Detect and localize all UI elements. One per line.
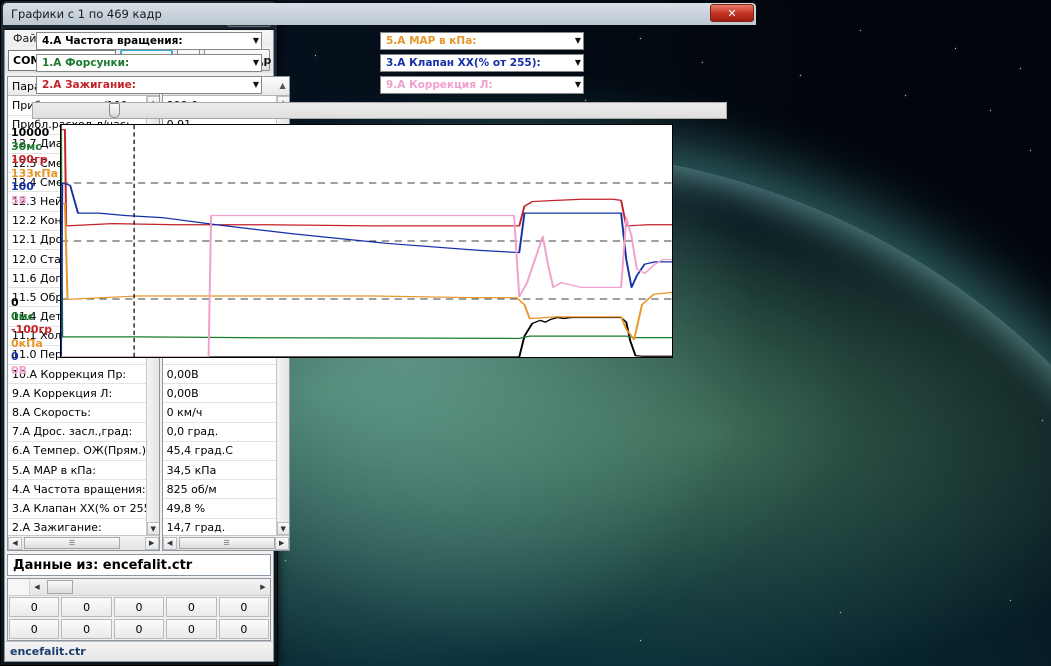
table-row[interactable]: 34,5 кПа [162,461,289,481]
grid-body: 0000000000 [8,596,270,640]
data-grid: ◀ ▶ 0000000000 [7,578,271,641]
scroll-down-icon[interactable]: ▼ [146,522,159,535]
chevron-down-icon: ▼ [252,58,259,67]
axis-top-label-4: 100 [11,180,34,193]
table-row[interactable]: 0 км/ч [162,403,289,423]
scroll-left-icon[interactable]: ◀ [162,536,177,550]
grid-hscrollbar[interactable]: ◀ ▶ [8,579,270,596]
table-row[interactable]: 2.A Зажигание: [8,519,159,535]
channel-select-label: 3.A Клапан ХХ(% от 255): [386,56,541,69]
plot-svg [61,125,672,357]
graph-window-title: Графики с 1 по 469 кадр [11,7,162,21]
axis-left-top-labels: 10000 30мс 100гр 133кПа 100 5В [11,126,58,207]
table-row[interactable]: 45,4 град.C [162,442,289,461]
axis-bot-label-5: 0В [11,363,28,377]
chart-area: 10000 30мс 100гр 133кПа 100 5В 0 0мс -100гр 0кПа… [8,124,752,377]
table-row[interactable]: 6.A Темпер. ОЖ(Прям.): [8,442,159,461]
axis-left-bottom-labels: 0 0мс -100гр 0кПа 0 0В [11,296,52,377]
graph-close-button[interactable]: ✕ [710,4,754,22]
series-line [61,129,672,227]
channel-select[interactable]: 9.A Коррекция Л: ▼ [380,75,584,94]
axis-bot-label-4: 0 [11,350,19,363]
channel-select-label: 9.A Коррекция Л: [386,78,493,91]
hscroll-thumb[interactable]: ☰ [178,537,275,549]
scroll-right-icon[interactable]: ▶ [274,536,289,550]
statusbar: encefalit.ctr [5,641,273,661]
data-source-label: Данные из: encefalit.ctr [7,554,271,576]
scroll-right-icon[interactable]: ▶ [144,536,159,550]
scroll-left-icon[interactable]: ◀ [8,536,22,550]
grid-cell[interactable]: 0 [61,619,112,639]
axis-bot-label-1: 0мс [11,309,35,323]
channel-select[interactable]: 3.A Клапан ХХ(% от 255): ▼ [380,53,584,72]
table-row[interactable]: 3.A Клапан ХХ(% от 255): [8,499,159,519]
chevron-down-icon: ▼ [252,36,259,45]
grid-cell[interactable]: 0 [166,619,217,639]
series-line [61,125,672,340]
table-row[interactable]: 4.A Частота вращения: [8,480,159,500]
channel-select-label: 1.A Форсунки: [42,56,130,69]
scroll-right-icon[interactable]: ▶ [256,580,270,594]
sort-arrow-icon: ▲ [279,81,286,91]
chevron-down-icon: ▼ [574,36,581,45]
table-row[interactable]: 14,7 град. [163,519,289,535]
table-row[interactable]: 7.A Дрос. засл.,град: [8,423,159,442]
table-row[interactable]: 5.A MAP в кПа: [8,461,159,481]
grid-row: 00000 [8,596,270,618]
grid-cell[interactable]: 0 [166,597,217,617]
table-row[interactable]: 8.A Скорость: [8,403,159,423]
grid-scroll-thumb[interactable] [47,580,73,594]
table-row[interactable]: 49,8 % [162,499,289,519]
channel-select[interactable]: 4.A Частота вращения: ▼ [36,31,262,50]
grid-cell[interactable]: 0 [113,619,165,639]
plot-canvas[interactable] [60,124,673,358]
channel-select[interactable]: 5.A MAP в кПа: ▼ [380,31,584,50]
grid-corner [8,579,30,595]
axis-left: 10000 30мс 100гр 133кПа 100 5В 0 0мс -100гр 0кПа… [8,124,60,377]
axis-top-label-1: 30мс [11,139,42,153]
chevron-down-icon: ▼ [574,58,581,67]
axis-bot-label-0: 0 [11,296,19,309]
table-row[interactable]: 0,0 град. [162,423,289,442]
channel-select-label: 4.A Частота вращения: [42,34,183,47]
channel-select[interactable]: 1.A Форсунки: ▼ [36,53,262,72]
channel-select-label: 5.A MAP в кПа: [386,34,477,47]
plot-wrapper: ◀ ▶ [60,124,673,377]
hscroll-thumb[interactable]: ☰ [24,537,120,549]
chevron-down-icon: ▼ [574,80,581,89]
table-row[interactable]: 825 об/м [162,480,289,500]
channel-select-label: 2.A Зажигание: [42,78,136,91]
table-row[interactable]: 0,00В [162,365,289,385]
grid-cell[interactable]: 0 [9,597,60,617]
channel-select[interactable]: 2.A Зажигание: ▼ [36,75,262,94]
axis-bot-label-3: 0кПа [11,336,43,350]
grid-cell[interactable]: 0 [113,597,165,617]
frame-slider-track[interactable] [32,101,727,119]
axis-top-label-3: 133кПа [11,166,59,180]
grid-cell[interactable]: 0 [9,619,60,639]
frame-slider-row: -1 +1 [10,100,749,120]
parameter-hscrollbar[interactable]: ◀ ☰ ▶ [8,535,159,550]
grid-row: 00000 [8,618,270,640]
chevron-down-icon: ▼ [252,80,259,89]
scroll-left-icon[interactable]: ◀ [30,580,44,594]
scroll-down-icon[interactable]: ▼ [276,522,289,535]
axis-top-label-0: 10000 [11,126,50,139]
table-row[interactable]: 0,00В [162,384,289,404]
axis-top-label-2: 100гр [11,153,48,166]
frame-slider-thumb[interactable] [109,102,121,118]
value-hscrollbar[interactable]: ◀ ☰ ▶ [162,535,289,550]
grid-cell[interactable]: 0 [61,597,112,617]
grid-cell[interactable]: 0 [218,619,270,639]
series-line [61,182,672,357]
axis-top-label-5: 5В [11,193,28,207]
axis-bot-label-2: -100гр [11,323,53,336]
graph-titlebar[interactable]: Графики с 1 по 469 кадр ✕ [3,3,756,25]
grid-cell[interactable]: 0 [218,597,270,617]
table-row[interactable]: 9.A Коррекция Л: [8,384,159,404]
